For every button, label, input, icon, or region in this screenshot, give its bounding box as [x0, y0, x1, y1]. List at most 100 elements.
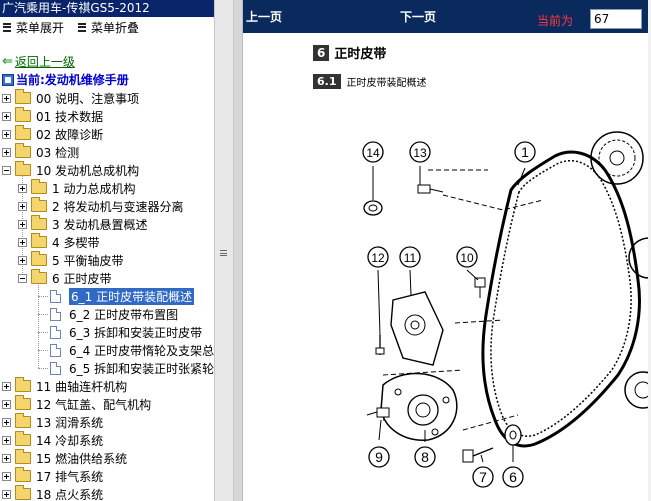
- tree-item[interactable]: 03 检测: [2, 143, 79, 161]
- expand-icon[interactable]: [2, 129, 11, 139]
- expand-icon[interactable]: [2, 111, 11, 121]
- expand-icon[interactable]: [2, 399, 11, 409]
- tree-item-label[interactable]: 13 润滑系统: [36, 414, 103, 431]
- callout-number: 7: [479, 469, 487, 485]
- collapse-icon[interactable]: [2, 165, 11, 175]
- tree-item-label[interactable]: 18 点火系统: [36, 486, 103, 501]
- folder-icon: [15, 485, 31, 500]
- tree-item[interactable]: 01 技术数据: [2, 107, 103, 125]
- expand-icon[interactable]: [18, 255, 27, 265]
- expand-icon[interactable]: [2, 435, 11, 445]
- tree-item-label[interactable]: 6_2 正时皮带布置图: [69, 306, 178, 323]
- expand-icon[interactable]: [2, 489, 11, 499]
- expand-icon[interactable]: [2, 453, 11, 463]
- current-manual: 当前:发动机维修手册: [2, 71, 129, 88]
- tree-item-label[interactable]: 00 说明、注意事项: [36, 90, 139, 107]
- page-number-input[interactable]: [590, 9, 642, 29]
- expand-icon[interactable]: [18, 183, 27, 193]
- timing-belt-diagram: 14 13 1 12 11 10 9 8 7 6: [362, 131, 651, 488]
- folder-icon: [15, 413, 31, 428]
- tree-item[interactable]: 3 发动机悬置概述: [18, 215, 147, 233]
- panel-splitter[interactable]: [214, 0, 234, 501]
- tree-item[interactable]: 6_4 正时皮带惰轮及支架总: [38, 341, 214, 359]
- callout-number: 1: [521, 144, 529, 160]
- tree-item-label[interactable]: 1 动力总成机构: [52, 180, 135, 197]
- tree-item[interactable]: 6_5 拆卸和安装正时张紧轮: [38, 359, 214, 377]
- tree-item-label[interactable]: 03 检测: [36, 144, 79, 161]
- app-window: 广汽乘用车-传祺GS5-2012 菜单展开 菜单折叠 ⇐ 返回上一级 当前:发动机…: [0, 0, 651, 501]
- folder-icon: [31, 179, 47, 194]
- collapse-menu-button[interactable]: 菜单折叠: [78, 19, 139, 36]
- tree-item-label[interactable]: 11 曲轴连杆机构: [36, 378, 127, 395]
- tree-item[interactable]: 13 润滑系统: [2, 413, 103, 431]
- expand-icon[interactable]: [18, 201, 27, 211]
- tree-item[interactable]: 15 燃油供给系统: [2, 449, 127, 467]
- splitter-grip-icon[interactable]: [220, 250, 227, 256]
- tree-item-label[interactable]: 6_4 正时皮带惰轮及支架总: [69, 342, 214, 359]
- folder-icon: [15, 107, 31, 122]
- tree-item-label[interactable]: 12 气缸盖、配气机构: [36, 396, 151, 413]
- expand-icon[interactable]: [2, 417, 11, 427]
- tree-item[interactable]: 1 动力总成机构: [18, 179, 135, 197]
- callout-number: 13: [413, 146, 427, 160]
- tree-item[interactable]: 00 说明、注意事项: [2, 89, 139, 107]
- tree-item-label[interactable]: 14 冷却系统: [36, 432, 103, 449]
- tree-connector: [38, 314, 48, 315]
- tree-item-label[interactable]: 17 排气系统: [36, 468, 103, 485]
- prev-page-button[interactable]: 上一页: [246, 8, 282, 25]
- tree-item-label[interactable]: 6 正时皮带: [52, 270, 111, 287]
- expand-icon[interactable]: [2, 471, 11, 481]
- tree-item[interactable]: 02 故障诊断: [2, 125, 103, 143]
- folder-icon: [15, 377, 31, 392]
- tree-item[interactable]: 6_1 正时皮带装配概述: [38, 287, 195, 305]
- collapse-icon[interactable]: [18, 273, 27, 283]
- timing-belt: [481, 150, 641, 448]
- tree-item-label[interactable]: 2 将发动机与变速器分离: [52, 198, 183, 215]
- tree-item[interactable]: 18 点火系统: [2, 485, 103, 501]
- current-page-label: 当前为: [537, 14, 574, 28]
- subsection-title: 正时皮带装配概述: [346, 78, 427, 89]
- folder-icon: [15, 431, 31, 446]
- expand-icon[interactable]: [2, 93, 11, 103]
- back-link-label[interactable]: 返回上一级: [15, 53, 75, 70]
- tree-item[interactable]: 14 冷却系统: [2, 431, 103, 449]
- document-icon: [50, 307, 61, 321]
- tree-item-label[interactable]: 10 发动机总成机构: [36, 162, 139, 179]
- tree-item[interactable]: 2 将发动机与变速器分离: [18, 197, 183, 215]
- expand-menu-button[interactable]: 菜单展开: [3, 19, 64, 36]
- subsection-heading: 6.1 正时皮带装配概述: [313, 74, 427, 89]
- expand-icon[interactable]: [18, 237, 27, 247]
- section-number: 6: [313, 44, 330, 61]
- tree-item[interactable]: 11 曲轴连杆机构: [2, 377, 127, 395]
- next-page-button[interactable]: 下一页: [400, 8, 436, 25]
- tree-item-label[interactable]: 6_3 拆卸和安装正时皮带: [69, 324, 202, 341]
- tree-item[interactable]: 10 发动机总成机构: [2, 161, 139, 179]
- current-manual-label: 当前:发动机维修手册: [16, 73, 129, 87]
- folder-icon: [15, 395, 31, 410]
- expand-icon[interactable]: [2, 147, 11, 157]
- tree-item-label[interactable]: 6_5 拆卸和安装正时张紧轮: [69, 360, 214, 377]
- back-link[interactable]: ⇐ 返回上一级: [2, 53, 75, 70]
- tree-item-label[interactable]: 3 发动机悬置概述: [52, 216, 147, 233]
- tree-item-label[interactable]: 4 多楔带: [52, 234, 99, 251]
- section-heading: 6 正时皮带: [313, 43, 386, 62]
- callout-number: 6: [509, 469, 517, 485]
- tree-item-label[interactable]: 5 平衡轴皮带: [52, 252, 123, 269]
- tree-item-label[interactable]: 6_1 正时皮带装配概述: [69, 287, 195, 305]
- tree-item-label[interactable]: 15 燃油供给系统: [36, 450, 127, 467]
- tree-connector: [38, 296, 48, 297]
- tree-item[interactable]: 6_3 拆卸和安装正时皮带: [38, 323, 202, 341]
- expand-icon[interactable]: [18, 219, 27, 229]
- tree-item[interactable]: 12 气缸盖、配气机构: [2, 395, 151, 413]
- tree-item[interactable]: 5 平衡轴皮带: [18, 251, 123, 269]
- menu-icon: [3, 22, 11, 32]
- tree-item[interactable]: 17 排气系统: [2, 467, 103, 485]
- folder-icon: [31, 251, 47, 266]
- expand-icon[interactable]: [2, 381, 11, 391]
- back-arrow-icon: ⇐: [2, 54, 13, 69]
- tree-item-label[interactable]: 02 故障诊断: [36, 126, 103, 143]
- tree-item[interactable]: 4 多楔带: [18, 233, 99, 251]
- tree-item-label[interactable]: 01 技术数据: [36, 108, 103, 125]
- tree-item[interactable]: 6 正时皮带: [18, 269, 111, 287]
- tree-item[interactable]: 6_2 正时皮带布置图: [38, 305, 178, 323]
